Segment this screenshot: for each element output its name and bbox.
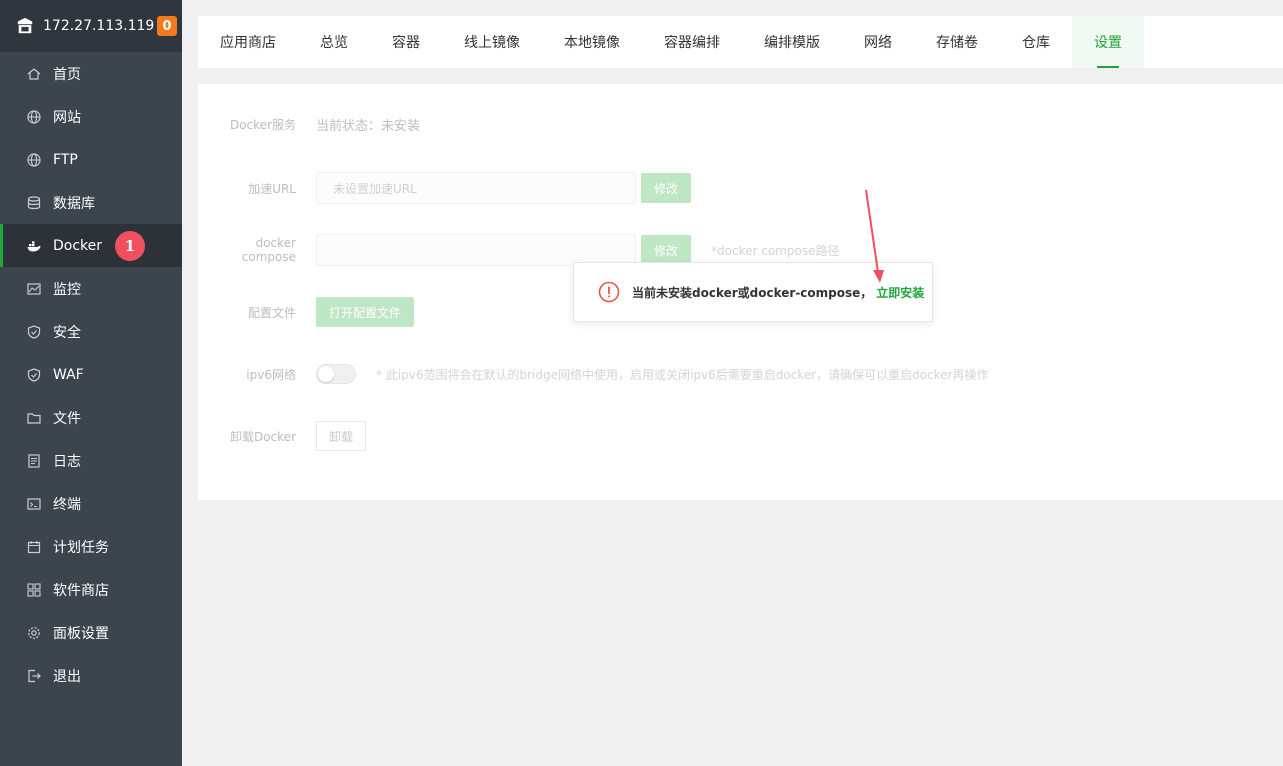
sidebar-item-7[interactable]: 安全 bbox=[0, 310, 182, 353]
sidebar-item-12[interactable]: 计划任务 bbox=[0, 525, 182, 568]
compose-label: docker compose bbox=[241, 236, 296, 264]
sidebar-item-8[interactable]: WAF bbox=[0, 353, 182, 396]
monitor-icon bbox=[27, 282, 41, 296]
grid-icon bbox=[27, 582, 41, 597]
sidebar-item-label: 监控 bbox=[53, 281, 81, 298]
step-number-badge: 1 bbox=[115, 231, 145, 261]
calendar-icon bbox=[27, 540, 41, 554]
sidebar-item-label: WAF bbox=[53, 366, 84, 383]
sidebar-menu: 首页网站 FTP 数据库 Docker 1 监控安全 WAF 文件日志终端计划任务软件商店面板… bbox=[0, 52, 182, 696]
notification-count-badge[interactable]: 0 bbox=[157, 16, 177, 36]
panel-logo-icon bbox=[17, 17, 33, 34]
sidebar-item-label: 安全 bbox=[53, 324, 81, 341]
server-header: 172.27.113.119 0 bbox=[0, 0, 182, 52]
sidebar-item-4[interactable]: 数据库 bbox=[0, 181, 182, 224]
open-config-button[interactable]: 打开配置文件 bbox=[316, 297, 415, 327]
install-prompt-message: 当前未安装docker或docker-compose， bbox=[632, 285, 873, 300]
sidebar-item-11[interactable]: 终端 bbox=[0, 482, 182, 525]
database-icon bbox=[27, 195, 41, 210]
mirror-modify-button[interactable]: 修改 bbox=[641, 173, 692, 203]
sidebar-item-label: FTP bbox=[53, 151, 78, 168]
sidebar-item-13[interactable]: 软件商店 bbox=[0, 568, 182, 611]
docker-icon bbox=[27, 239, 41, 253]
gear-icon bbox=[27, 626, 41, 640]
sidebar: 172.27.113.119 0 首页网站 FTP 数据库 Docker 1 监控安全 WA… bbox=[0, 0, 182, 766]
sidebar-item-10[interactable]: 日志 bbox=[0, 439, 182, 482]
mirror-row: 加速URL 未设置加速URL 修改 bbox=[198, 172, 692, 204]
sidebar-item-label: 终端 bbox=[53, 496, 81, 513]
docker-status-text: 当前状态：未安装 bbox=[316, 119, 421, 134]
tab-10[interactable]: 仓库 bbox=[1000, 16, 1072, 68]
sidebar-item-label: 网站 bbox=[53, 109, 81, 126]
tab-4[interactable]: 线上镜像 bbox=[442, 16, 542, 68]
compose-modify-button[interactable]: 修改 bbox=[641, 235, 692, 265]
tab-5[interactable]: 本地镜像 bbox=[542, 16, 642, 68]
warning-icon bbox=[598, 281, 620, 303]
sidebar-item-label: 首页 bbox=[53, 66, 81, 83]
tab-11[interactable]: 设置 bbox=[1072, 16, 1144, 68]
sidebar-item-5[interactable]: Docker 1 bbox=[0, 224, 182, 267]
server-ip: 172.27.113.119 bbox=[43, 18, 155, 34]
sidebar-item-label: 退出 bbox=[53, 668, 81, 685]
install-now-link[interactable]: 立即安装 bbox=[876, 284, 924, 301]
sidebar-item-6[interactable]: 监控 bbox=[0, 267, 182, 310]
docker-service-row: Docker服务 当前状态：未安装 bbox=[198, 115, 420, 134]
ipv6-label: ipv6网络 bbox=[246, 367, 296, 382]
tab-3[interactable]: 容器 bbox=[370, 16, 442, 68]
sidebar-item-label: 面板设置 bbox=[53, 625, 109, 642]
mirror-label: 加速URL bbox=[248, 181, 296, 196]
toggle-knob bbox=[318, 366, 334, 382]
sidebar-item-14[interactable]: 面板设置 bbox=[0, 611, 182, 654]
sidebar-item-1[interactable]: 首页 bbox=[0, 52, 182, 95]
uninstall-button[interactable]: 卸载 bbox=[316, 421, 367, 451]
shield-icon bbox=[27, 367, 41, 382]
home-icon bbox=[27, 67, 41, 81]
tab-2[interactable]: 总览 bbox=[298, 16, 370, 68]
shield-icon bbox=[27, 324, 41, 339]
sidebar-item-label: Docker bbox=[53, 237, 103, 254]
sidebar-item-9[interactable]: 文件 bbox=[0, 396, 182, 439]
sidebar-item-label: 文件 bbox=[53, 410, 81, 427]
log-icon bbox=[27, 453, 41, 468]
sidebar-item-15[interactable]: 退出 bbox=[0, 654, 182, 697]
sidebar-item-label: 数据库 bbox=[53, 195, 95, 212]
folder-icon bbox=[27, 411, 41, 425]
install-prompt-popup: 当前未安装docker或docker-compose， 立即安装 bbox=[573, 262, 933, 322]
ipv6-hint: * 此ipv6范围将会在默认的bridge网络中使用，启用或关闭ipv6后需要重… bbox=[376, 367, 989, 382]
terminal-icon bbox=[27, 497, 41, 511]
ipv6-row: ipv6网络 * 此ipv6范围将会在默认的bridge网络中使用，启用或关闭i… bbox=[198, 364, 988, 384]
logout-icon bbox=[27, 669, 41, 683]
tab-7[interactable]: 编排模版 bbox=[742, 16, 842, 68]
sidebar-item-2[interactable]: 网站 bbox=[0, 95, 182, 138]
config-label: 配置文件 bbox=[247, 305, 296, 320]
compose-hint: *docker compose路径 bbox=[711, 243, 840, 258]
mirror-url-input[interactable]: 未设置加速URL bbox=[316, 172, 636, 204]
globe-icon bbox=[27, 109, 41, 124]
tab-6[interactable]: 容器编排 bbox=[642, 16, 742, 68]
docker-service-label: Docker服务 bbox=[229, 118, 296, 132]
uninstall-label: 卸载Docker bbox=[229, 429, 296, 444]
docker-tabs: 应用商店 总览 容器 线上镜像 本地镜像 容器编排 编排模版 网络 存储卷 仓库 设置 bbox=[198, 16, 1283, 68]
tab-8[interactable]: 网络 bbox=[842, 16, 914, 68]
tab-1[interactable]: 应用商店 bbox=[198, 16, 298, 68]
globe-icon bbox=[27, 152, 41, 167]
sidebar-item-label: 计划任务 bbox=[53, 539, 109, 556]
config-row: 配置文件 打开配置文件 bbox=[198, 297, 415, 327]
tab-9[interactable]: 存储卷 bbox=[914, 16, 1000, 68]
sidebar-item-3[interactable]: FTP bbox=[0, 138, 182, 181]
uninstall-row: 卸载Docker 卸载 bbox=[198, 421, 367, 451]
ipv6-toggle[interactable] bbox=[316, 364, 356, 384]
sidebar-item-label: 日志 bbox=[53, 453, 81, 470]
sidebar-item-label: 软件商店 bbox=[53, 582, 109, 599]
